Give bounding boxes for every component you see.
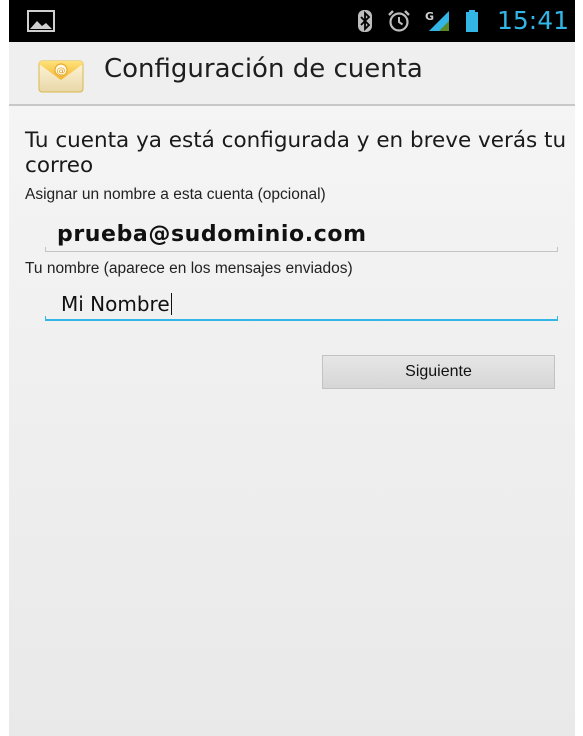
clock-time: 15:41	[496, 6, 569, 35]
email-app-icon[interactable]: @	[36, 55, 86, 95]
next-button[interactable]: Siguiente	[322, 355, 555, 389]
status-bar: G 15:41	[9, 0, 575, 42]
account-name-field[interactable]: prueba@sudominio.com	[45, 216, 558, 252]
bluetooth-icon	[358, 10, 372, 32]
your-name-field[interactable]: Mi Nombre	[45, 285, 558, 321]
text-cursor	[170, 293, 173, 315]
account-name-label: Asignar un nombre a esta cuenta (opciona…	[25, 186, 326, 203]
field-underline	[45, 251, 558, 252]
setup-complete-message: Tu cuenta ya está configurada y en breve…	[25, 128, 567, 178]
alarm-icon	[388, 10, 410, 32]
battery-icon	[466, 10, 478, 32]
svg-text:G: G	[425, 10, 434, 23]
status-icons: G	[357, 9, 479, 33]
account-name-value: prueba@sudominio.com	[57, 222, 367, 247]
picture-icon	[27, 10, 55, 32]
page-title: Configuración de cuenta	[104, 54, 423, 84]
screen: G 15:41 @ Configuración de cuenta Tu cue…	[9, 0, 575, 736]
action-bar: @ Configuración de cuenta	[9, 42, 575, 106]
signal-icon: G	[425, 10, 449, 31]
field-underline-focused	[45, 319, 558, 321]
your-name-label: Tu nombre (aparece en los mensajes envia…	[25, 260, 353, 277]
your-name-value: Mi Nombre	[61, 292, 170, 316]
svg-text:@: @	[57, 67, 66, 77]
